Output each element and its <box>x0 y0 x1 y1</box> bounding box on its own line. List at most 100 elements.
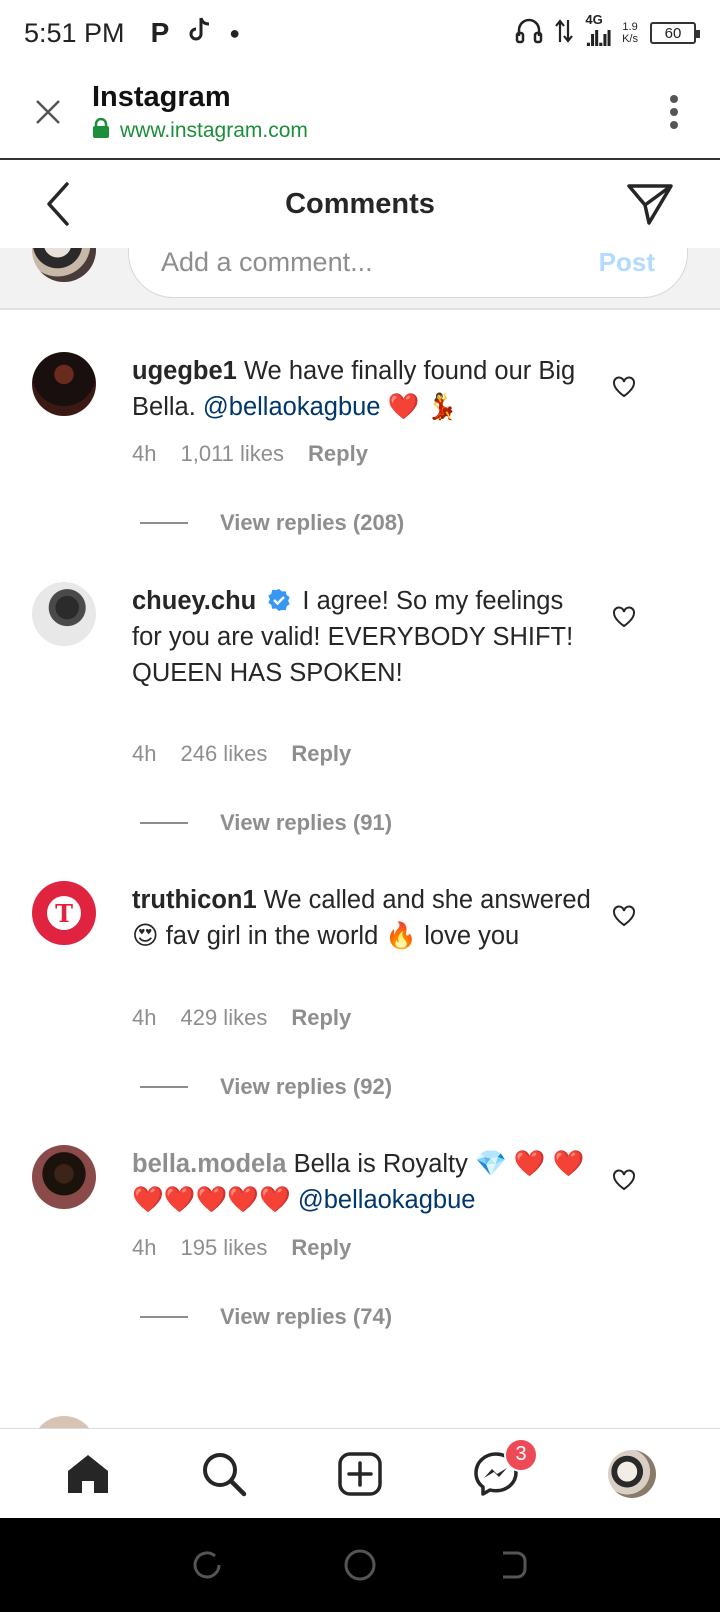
replies-divider-line <box>140 1086 188 1088</box>
net-speed-unit: K/s <box>622 33 638 45</box>
current-user-avatar <box>32 248 96 282</box>
view-replies-button[interactable]: View replies (91) <box>140 810 392 836</box>
messenger-icon[interactable]: 3 <box>466 1437 538 1504</box>
fire-emoji: 🔥 <box>385 922 418 950</box>
browser-titles: Instagram www.instagram.com <box>92 81 308 143</box>
view-replies-label: View replies (208) <box>220 510 405 535</box>
comment-meta: 4h 429 likes Reply <box>132 1005 351 1031</box>
comment-mention[interactable]: @bellaokagbue <box>203 393 381 421</box>
lock-icon <box>92 117 110 143</box>
browser-title: Instagram <box>92 81 231 113</box>
bottom-nav: 3 <box>0 1428 720 1518</box>
like-heart-icon[interactable] <box>610 1166 638 1194</box>
heart-eyes-emoji: 😍 <box>132 922 159 950</box>
home-circle-icon[interactable] <box>340 1545 380 1585</box>
comment-text: chuey.chu I agree! So my feelings for yo… <box>132 583 592 691</box>
add-comment-placeholder: Add a comment... <box>161 248 373 277</box>
comment-time: 4h <box>132 741 157 766</box>
dot-icon: ● <box>229 22 241 43</box>
status-bar: 5:51 PM P ● 4G .ıl.ıl 1.9 K/s 60 <box>0 0 720 66</box>
new-post-icon[interactable] <box>330 1444 390 1504</box>
view-replies-button[interactable]: View replies (74) <box>140 1304 392 1330</box>
view-replies-label: View replies (74) <box>220 1304 393 1329</box>
search-icon[interactable] <box>194 1444 254 1504</box>
tiktok-icon <box>187 16 211 51</box>
post-button[interactable]: Post <box>599 248 655 278</box>
net-speed-value: 1.9 <box>622 21 638 33</box>
comment-time: 4h <box>132 1005 157 1030</box>
more-options-icon[interactable] <box>658 84 690 140</box>
reply-button[interactable]: Reply <box>291 1235 351 1261</box>
comment-username[interactable]: ugegbe1 <box>132 357 237 385</box>
comment-meta: 4h 1,011 likes Reply <box>132 441 368 467</box>
view-replies-button[interactable]: View replies (92) <box>140 1074 392 1100</box>
comment-meta: 4h 246 likes Reply <box>132 741 351 767</box>
net-speed: 1.9 K/s <box>622 21 638 45</box>
status-time: 5:51 PM <box>24 17 125 48</box>
like-heart-icon[interactable] <box>610 373 638 401</box>
avatar[interactable] <box>32 352 96 416</box>
like-heart-icon[interactable] <box>610 603 638 631</box>
comment-likes[interactable]: 246 likes <box>180 741 267 767</box>
p-app-icon: P <box>150 17 170 48</box>
comment-username[interactable]: truthicon1 <box>132 886 257 914</box>
comment-text: ugegbe1 We have finally found our Big Be… <box>132 353 592 425</box>
back-arrow-icon[interactable] <box>36 176 80 232</box>
comment-content-2: fav girl in the world <box>165 922 379 950</box>
avatar[interactable] <box>32 1145 96 1209</box>
comment-meta: 4h 195 likes Reply <box>132 1235 351 1261</box>
comment-username[interactable]: bella.modela <box>132 1150 286 1178</box>
comment-time: 4h <box>132 441 157 466</box>
comment-time: 4h <box>132 1235 157 1260</box>
avatar[interactable] <box>32 1416 96 1428</box>
comment-likes[interactable]: 1,011 likes <box>180 441 284 467</box>
recent-apps-icon[interactable] <box>187 1545 227 1585</box>
verified-badge-icon <box>267 586 291 611</box>
signal-strength-icon: .ıl.ıl <box>585 26 612 51</box>
close-icon[interactable] <box>20 84 76 140</box>
comment-text: truthicon1 We called and she answered 😍 … <box>132 882 592 954</box>
battery-level: 60 <box>664 24 682 42</box>
browser-url: www.instagram.com <box>120 118 308 142</box>
comments-header: Comments <box>0 160 720 248</box>
reply-button[interactable]: Reply <box>308 441 368 467</box>
comments-list[interactable]: ugegbe1 We have finally found our Big Be… <box>0 310 720 1428</box>
replies-divider-line <box>140 1316 188 1318</box>
comment-content: Bella is Royalty <box>293 1150 468 1178</box>
gem-emoji: 💎 <box>475 1150 507 1178</box>
comment-likes[interactable]: 429 likes <box>180 1005 267 1031</box>
avatar[interactable]: T <box>32 881 96 945</box>
android-nav-bar <box>0 1518 720 1612</box>
view-replies-button[interactable]: View replies (208) <box>140 510 404 536</box>
browser-bar: Instagram www.instagram.com <box>0 66 720 160</box>
back-nav-icon[interactable] <box>493 1545 533 1585</box>
battery-icon: 60 <box>650 22 700 44</box>
status-right-icons: 4G .ıl.ıl 1.9 K/s 60 <box>515 12 700 52</box>
like-heart-icon[interactable] <box>610 902 638 930</box>
reply-button[interactable]: Reply <box>291 741 351 767</box>
comment-emojis: ❤️ 💃 <box>387 393 459 421</box>
profile-avatar <box>608 1449 656 1498</box>
browser-url-row: www.instagram.com <box>92 117 308 143</box>
direct-share-icon[interactable] <box>624 178 676 230</box>
home-icon[interactable] <box>58 1444 118 1504</box>
comment-content: We called and she answered <box>263 886 591 914</box>
view-replies-label: View replies (91) <box>220 810 393 835</box>
reply-button[interactable]: Reply <box>291 1005 351 1031</box>
comment-username[interactable]: chuey.chu <box>132 587 256 615</box>
replies-divider-line <box>140 522 188 524</box>
messages-count-badge: 3 <box>504 1437 538 1472</box>
headphones-icon <box>515 18 543 49</box>
add-comment-input[interactable]: Add a comment... Post <box>128 248 688 298</box>
avatar[interactable] <box>32 582 96 646</box>
profile-tab[interactable] <box>602 1444 662 1504</box>
status-notification-icons: P ● <box>151 16 241 51</box>
comment-content-3: love you <box>424 922 520 950</box>
comment-mention[interactable]: @bellaokagbue <box>298 1186 476 1214</box>
add-comment-bar: Add a comment... Post <box>0 248 720 310</box>
comment-text: bella.modela Bella is Royalty 💎 ❤️ ❤️❤️❤… <box>132 1146 592 1218</box>
network-type-label: 4G <box>585 12 603 27</box>
page-title: Comments <box>285 187 435 220</box>
view-replies-label: View replies (92) <box>220 1074 393 1099</box>
comment-likes[interactable]: 195 likes <box>180 1235 267 1261</box>
